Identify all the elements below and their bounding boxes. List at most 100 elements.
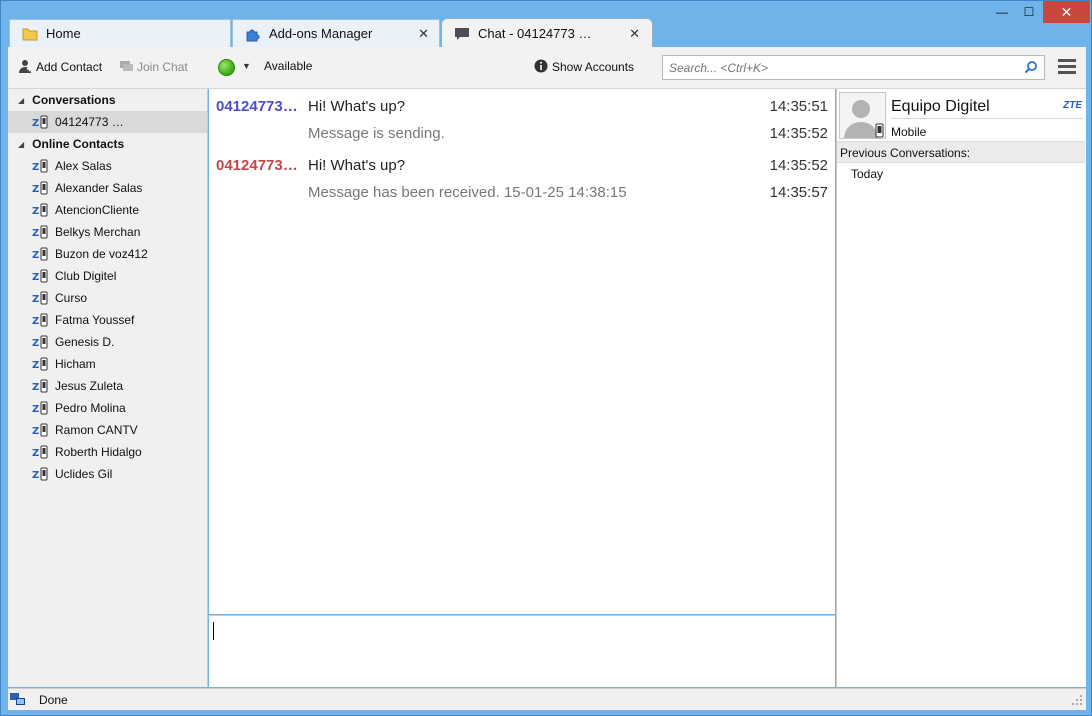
- conversation-item[interactable]: Z 04124773 …: [8, 111, 207, 133]
- online-contacts-group-header[interactable]: ◢ Online Contacts: [8, 133, 207, 155]
- mobile-contact-icon: Z: [32, 115, 50, 129]
- network-icon[interactable]: [10, 692, 26, 707]
- chevron-down-icon[interactable]: ▼: [242, 61, 251, 71]
- contact-item[interactable]: Z Curso: [8, 287, 207, 309]
- online-contacts-header-label: Online Contacts: [32, 137, 125, 151]
- menu-icon[interactable]: [1058, 59, 1076, 75]
- svg-text:Z: Z: [32, 294, 39, 305]
- status-bar: Done: [8, 688, 1086, 710]
- tab-home[interactable]: Home: [9, 19, 231, 47]
- folder-icon: [22, 26, 38, 42]
- contact-label: Jesus Zuleta: [55, 379, 124, 393]
- join-chat-button[interactable]: Join Chat: [119, 59, 188, 74]
- conversation-label: 04124773 …: [55, 115, 124, 129]
- message-row: 04124773… Hi! What's up? 14:35:52: [209, 157, 835, 183]
- contact-item[interactable]: Z Buzon de voz412: [8, 243, 207, 265]
- svg-text:Z: Z: [32, 228, 39, 239]
- mobile-contact-icon: Z: [32, 247, 50, 261]
- message-sender[interactable]: 04124773…: [216, 157, 298, 174]
- svg-text:Z: Z: [32, 426, 39, 437]
- contact-item[interactable]: Z AtencionCliente: [8, 199, 207, 221]
- status-text: Done: [39, 693, 68, 707]
- svg-text:Z: Z: [32, 382, 39, 393]
- tab-addons-manager[interactable]: Add-ons Manager ✕: [232, 19, 440, 47]
- message-status-row: Message has been received. 15-01-25 14:3…: [209, 184, 835, 210]
- svg-text:Z: Z: [32, 448, 39, 459]
- search-input[interactable]: Search... <Ctrl+K>: [662, 55, 1045, 80]
- avatar: [839, 92, 886, 139]
- chat-bubble-icon: [454, 26, 470, 42]
- show-accounts-button[interactable]: Show Accounts: [534, 59, 634, 74]
- previous-conversation-item[interactable]: Today: [851, 167, 883, 181]
- svg-text:Z: Z: [32, 118, 39, 129]
- contact-item[interactable]: Z Fatma Youssef: [8, 309, 207, 331]
- svg-text:Z: Z: [32, 316, 39, 327]
- contact-status: Mobile: [891, 125, 927, 139]
- svg-text:Z: Z: [32, 184, 39, 195]
- contact-label: Club Digitel: [55, 269, 117, 283]
- mobile-contact-icon: Z: [32, 379, 50, 393]
- message-input[interactable]: [209, 615, 835, 687]
- contact-label: Hicham: [55, 357, 96, 371]
- previous-conversations-header: Previous Conversations:: [837, 141, 1085, 163]
- collapse-triangle-icon[interactable]: ◢: [18, 96, 24, 105]
- close-icon[interactable]: ✕: [629, 26, 640, 42]
- close-icon[interactable]: ✕: [418, 26, 429, 42]
- add-contact-button[interactable]: Add Contact: [18, 59, 102, 74]
- search-icon[interactable]: [1024, 60, 1038, 74]
- contact-item[interactable]: Z Alexander Salas: [8, 177, 207, 199]
- status-selector[interactable]: Available: [264, 59, 312, 73]
- contact-item[interactable]: Z Pedro Molina: [8, 397, 207, 419]
- contact-item[interactable]: Z Ramon CANTV: [8, 419, 207, 441]
- contact-item[interactable]: Z Genesis D.: [8, 331, 207, 353]
- application-window: Home Add-ons Manager ✕ Chat - 04124773 ……: [0, 0, 1092, 716]
- tab-addons-label: Add-ons Manager: [269, 26, 373, 41]
- contact-item[interactable]: Z Hicham: [8, 353, 207, 375]
- message-sender[interactable]: 04124773…: [216, 98, 298, 115]
- maximize-button[interactable]: ☐: [1015, 1, 1043, 23]
- contact-label: Ramon CANTV: [55, 423, 138, 437]
- contact-item[interactable]: Z Belkys Merchan: [8, 221, 207, 243]
- contact-label: Genesis D.: [55, 335, 115, 349]
- text-caret: [213, 622, 214, 640]
- mobile-contact-icon: Z: [32, 181, 50, 195]
- status-available-icon[interactable]: [218, 59, 235, 76]
- status-label: Available: [264, 59, 313, 73]
- search-placeholder: Search... <Ctrl+K>: [669, 61, 769, 75]
- contact-label: Fatma Youssef: [55, 313, 135, 327]
- contact-item[interactable]: Z Club Digitel: [8, 265, 207, 287]
- svg-text:Z: Z: [32, 470, 39, 481]
- tab-bar: Home Add-ons Manager ✕ Chat - 04124773 ……: [1, 1, 1091, 48]
- minimize-button[interactable]: —: [989, 1, 1015, 23]
- mobile-contact-icon: Z: [32, 467, 50, 481]
- message-text: Hi! What's up?: [308, 157, 406, 174]
- puzzle-icon: [245, 26, 261, 42]
- svg-text:Z: Z: [32, 250, 39, 261]
- add-contact-label: Add Contact: [36, 59, 103, 74]
- svg-text:Z: Z: [32, 272, 39, 283]
- contacts-sidebar: ◢ Conversations Z 04124773 … ◢ Online Co…: [8, 89, 208, 687]
- resize-grip-icon[interactable]: [1072, 693, 1084, 707]
- contact-item[interactable]: Z Alex Salas: [8, 155, 207, 177]
- mobile-contact-icon: Z: [32, 313, 50, 327]
- contact-label: Curso: [55, 291, 88, 305]
- close-window-button[interactable]: ✕: [1043, 1, 1090, 23]
- mobile-contact-icon: Z: [32, 203, 50, 217]
- contact-name: Equipo Digitel: [891, 98, 990, 115]
- contact-item[interactable]: Z Uclides Gil: [8, 463, 207, 485]
- tab-home-label: Home: [46, 26, 81, 41]
- tab-chat[interactable]: Chat - 04124773 … ✕: [441, 18, 653, 48]
- message-time: 14:35:57: [769, 184, 828, 201]
- mobile-contact-icon: Z: [32, 159, 50, 173]
- contact-item[interactable]: Z Jesus Zuleta: [8, 375, 207, 397]
- conversations-group-header[interactable]: ◢ Conversations: [8, 89, 207, 111]
- contact-info-panel: Equipo Digitel ZTE Mobile Previous Conve…: [836, 89, 1086, 687]
- contact-label: Roberth Hidalgo: [55, 445, 142, 459]
- collapse-triangle-icon[interactable]: ◢: [18, 140, 24, 149]
- contact-label: Alexander Salas: [55, 181, 143, 195]
- info-icon: [534, 59, 549, 74]
- mobile-contact-icon: Z: [32, 357, 50, 371]
- add-user-icon: [18, 59, 33, 74]
- contact-item[interactable]: Z Roberth Hidalgo: [8, 441, 207, 463]
- online-contacts-list: Z Alex Salas Z Alexander Salas Z AtencionClie…: [8, 155, 207, 485]
